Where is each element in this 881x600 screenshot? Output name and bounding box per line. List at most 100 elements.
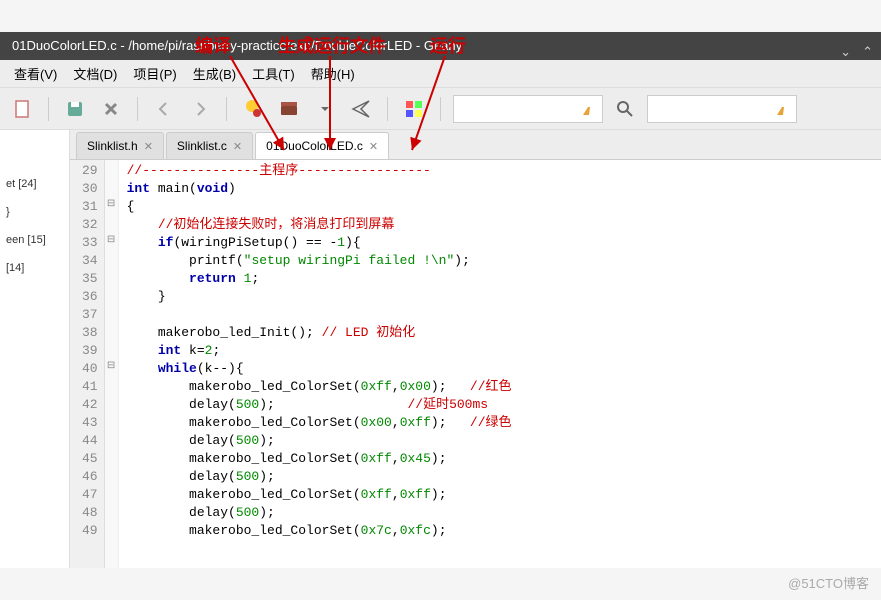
editor-area: Slinklist.h✕ Slinklist.c ✕ 01DuoColorLED.c ✕… <box>70 130 881 568</box>
code-editor[interactable]: 2930313233343536373839404142434445464748… <box>70 160 881 568</box>
fold-toggle <box>105 340 118 358</box>
line-number: 29 <box>82 162 98 180</box>
fold-toggle[interactable]: ⊟ <box>105 358 118 376</box>
code-line[interactable]: if(wiringPiSetup() == -1){ <box>127 234 512 252</box>
tab-bar: Slinklist.h✕ Slinklist.c ✕ 01DuoColorLED.c ✕ <box>70 130 881 160</box>
new-file-button[interactable] <box>8 95 36 123</box>
code-line[interactable]: makerobo_led_ColorSet(0xff,0xff); <box>127 486 512 504</box>
line-number: 34 <box>82 252 98 270</box>
search-input[interactable] <box>453 95 603 123</box>
line-number: 33 <box>82 234 98 252</box>
code-line[interactable]: delay(500); <box>127 468 512 486</box>
line-number: 42 <box>82 396 98 414</box>
fold-toggle <box>105 520 118 538</box>
line-number: 37 <box>82 306 98 324</box>
line-number: 30 <box>82 180 98 198</box>
fold-toggle <box>105 214 118 232</box>
line-number: 39 <box>82 342 98 360</box>
fold-toggle <box>105 268 118 286</box>
code-line[interactable]: makerobo_led_ColorSet(0xff,0x45); <box>127 450 512 468</box>
watermark: @51CTO博客 <box>788 573 869 592</box>
separator <box>137 97 138 121</box>
symbol-item[interactable]: een [15] <box>4 226 65 254</box>
code-line[interactable]: while(k--){ <box>127 360 512 378</box>
run-button[interactable] <box>347 95 375 123</box>
tab-label: 01DuoColorLED.c <box>266 139 363 153</box>
goto-input[interactable] <box>647 95 797 123</box>
line-number: 49 <box>82 522 98 540</box>
close-button[interactable] <box>97 95 125 123</box>
fold-toggle <box>105 448 118 466</box>
menu-document[interactable]: 文档(D) <box>65 60 125 87</box>
tab-label: Slinklist.c <box>177 139 227 153</box>
code-line[interactable]: makerobo_led_ColorSet(0xff,0x00); //红色 <box>127 378 512 396</box>
line-number: 41 <box>82 378 98 396</box>
fold-toggle <box>105 376 118 394</box>
fold-toggle <box>105 430 118 448</box>
file-tab[interactable]: Slinklist.c ✕ <box>166 132 253 159</box>
line-number: 38 <box>82 324 98 342</box>
fold-toggle[interactable]: ⊟ <box>105 232 118 250</box>
nav-back-button[interactable] <box>150 95 178 123</box>
menu-help[interactable]: 帮助(H) <box>303 60 363 87</box>
symbol-item[interactable]: [14] <box>4 254 65 282</box>
separator <box>387 97 388 121</box>
code-line[interactable]: //---------------主程序----------------- <box>127 162 512 180</box>
fold-gutter: ⊟ ⊟ ⊟ <box>105 160 119 568</box>
line-number: 35 <box>82 270 98 288</box>
code-line[interactable]: delay(500); <box>127 432 512 450</box>
line-number: 43 <box>82 414 98 432</box>
separator <box>440 97 441 121</box>
build-dropdown-button[interactable] <box>311 95 339 123</box>
main-area: et [24] } een [15] [14] Slinklist.h✕Slin… <box>0 130 881 568</box>
build-button[interactable] <box>275 95 303 123</box>
line-number: 36 <box>82 288 98 306</box>
symbol-item[interactable]: } <box>4 198 65 226</box>
nav-forward-button[interactable] <box>186 95 214 123</box>
code-lines[interactable]: //---------------主程序-----------------int… <box>119 160 520 568</box>
code-line[interactable]: delay(500); //延时500ms <box>127 396 512 414</box>
close-icon[interactable]: ✕ <box>144 140 153 153</box>
code-line[interactable] <box>127 306 512 324</box>
code-line[interactable]: int main(void) <box>127 180 512 198</box>
window-titlebar: 01DuoColorLED.c - /home/pi/raspberry-pra… <box>0 32 881 60</box>
window-close-icon[interactable]: ⌃ <box>862 38 873 66</box>
separator <box>226 97 227 121</box>
compile-button[interactable] <box>239 95 267 123</box>
separator <box>48 97 49 121</box>
fold-toggle <box>105 394 118 412</box>
symbol-sidebar: et [24] } een [15] [14] <box>0 130 70 568</box>
code-line[interactable]: return 1; <box>127 270 512 288</box>
code-line[interactable]: makerobo_led_Init(); // LED 初始化 <box>127 324 512 342</box>
code-line[interactable]: //初始化连接失败时，将消息打印到屏幕 <box>127 216 512 234</box>
code-line[interactable]: delay(500); <box>127 504 512 522</box>
code-line[interactable]: { <box>127 198 512 216</box>
file-tab[interactable]: Slinklist.h✕ <box>76 132 164 159</box>
line-number: 48 <box>82 504 98 522</box>
menu-build[interactable]: 生成(B) <box>185 60 244 87</box>
file-tab[interactable]: 01DuoColorLED.c ✕ <box>255 132 389 159</box>
window-maximize-icon[interactable]: ⌄ <box>840 38 851 66</box>
color-picker-button[interactable] <box>400 95 428 123</box>
menu-project[interactable]: 项目(P) <box>125 60 184 87</box>
fold-toggle <box>105 502 118 520</box>
save-button[interactable] <box>61 95 89 123</box>
fold-toggle[interactable]: ⊟ <box>105 196 118 214</box>
code-line[interactable]: makerobo_led_ColorSet(0x7c,0xfc); <box>127 522 512 540</box>
fold-toggle <box>105 466 118 484</box>
line-number: 40 <box>82 360 98 378</box>
code-line[interactable]: makerobo_led_ColorSet(0x00,0xff); //绿色 <box>127 414 512 432</box>
close-icon[interactable]: ✕ <box>233 140 242 153</box>
code-line[interactable]: int k=2; <box>127 342 512 360</box>
fold-toggle <box>105 322 118 340</box>
fold-toggle <box>105 250 118 268</box>
symbol-item[interactable]: et [24] <box>4 170 65 198</box>
menu-view[interactable]: 查看(V) <box>6 60 65 87</box>
menu-tools[interactable]: 工具(T) <box>244 60 303 87</box>
find-button[interactable] <box>611 95 639 123</box>
close-icon[interactable]: ✕ <box>369 140 378 153</box>
code-line[interactable]: printf("setup wiringPi failed !\n"); <box>127 252 512 270</box>
fold-toggle <box>105 160 118 178</box>
code-line[interactable]: } <box>127 288 512 306</box>
toolbar <box>0 88 881 130</box>
